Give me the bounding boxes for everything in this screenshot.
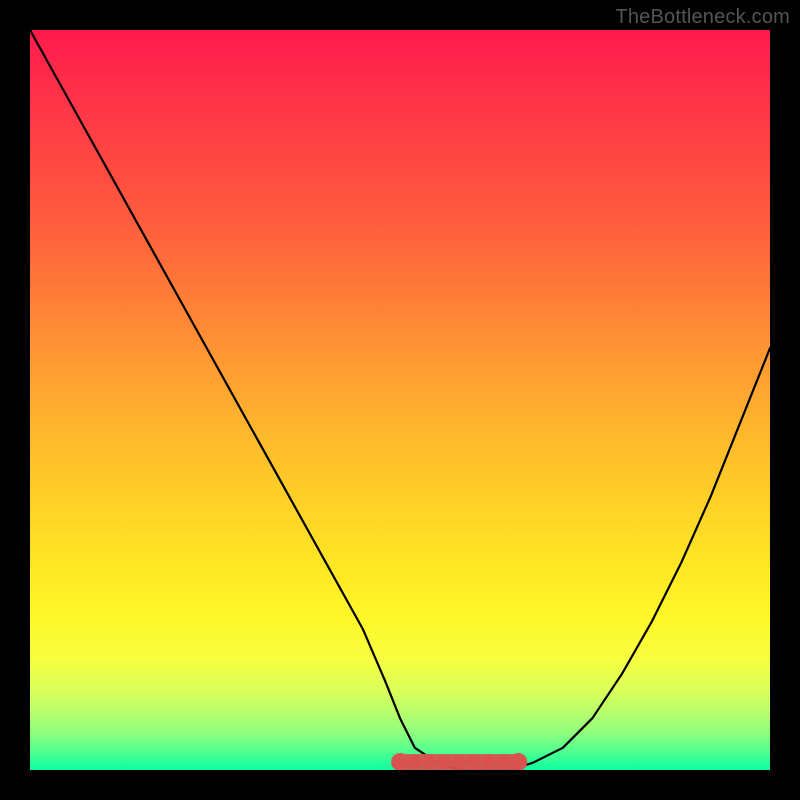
optimal-band-dot <box>407 755 422 770</box>
optimal-band-dot <box>452 755 467 770</box>
chart-svg <box>30 30 770 770</box>
optimal-band-dot <box>481 755 496 770</box>
bottleneck-curve <box>30 30 770 770</box>
watermark-text: TheBottleneck.com <box>615 6 790 29</box>
optimal-band-dot <box>437 755 452 770</box>
chart-frame: TheBottleneck.com <box>0 0 800 800</box>
optimal-band-dot <box>467 755 482 770</box>
optimal-band-dot <box>422 755 437 770</box>
plot-area <box>30 30 770 770</box>
optimal-band-dots <box>391 753 527 770</box>
optimal-band-dot <box>496 755 511 770</box>
